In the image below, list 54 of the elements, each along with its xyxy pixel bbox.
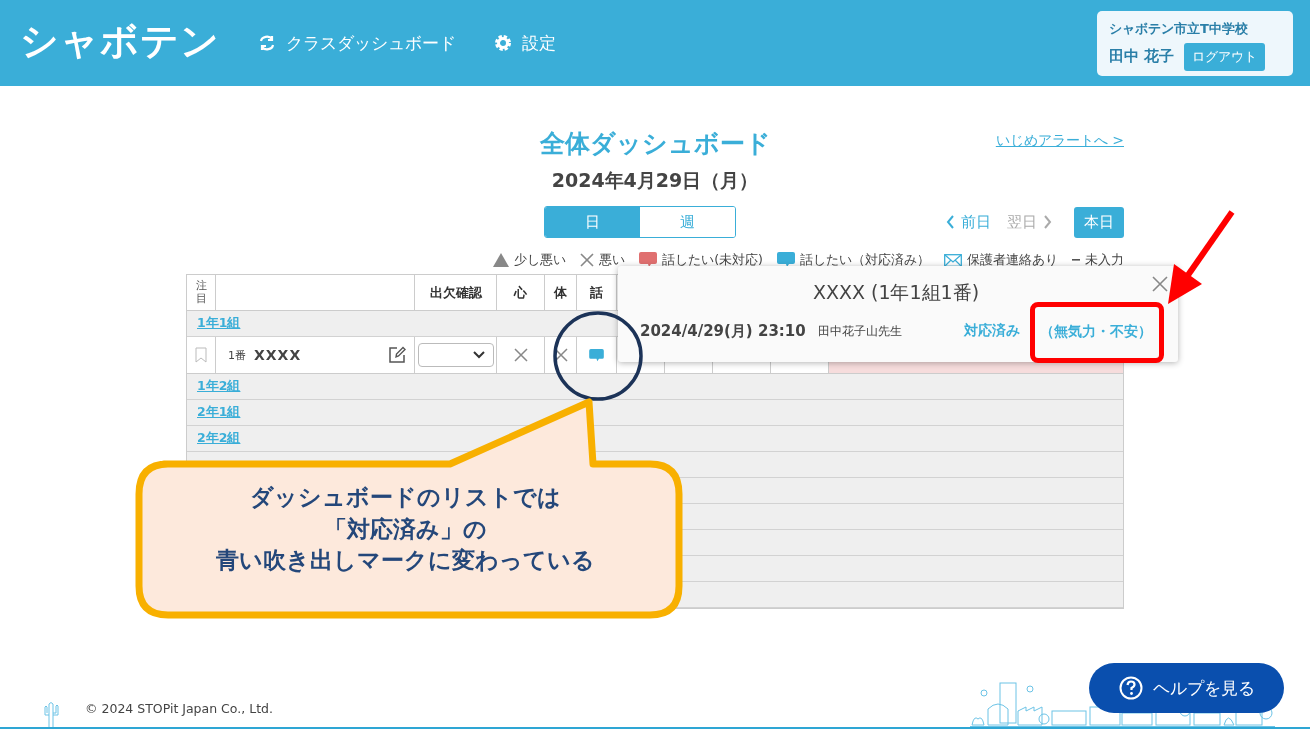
teacher-name: 田中花子山先生 [817,322,902,340]
callout-text: ダッシュボードのリストでは 「対応済み」の 青い吹き出しマークに変わっている [214,483,596,576]
user-name: 田中 花子 [1109,47,1175,66]
column-header: 心 [497,275,545,310]
student-number: 1番 [228,347,246,363]
class-link[interactable]: 2年1組 [197,404,241,421]
swap-icon [258,35,276,51]
legend-label: 保護者連絡あり [967,251,1058,269]
copyright-text: © 2024 STOPit Japan Co., Ltd. [85,701,273,716]
nav-link[interactable]: 設定 [494,31,556,55]
day-nav-button[interactable]: 前日 [942,212,995,232]
dash-icon [1072,258,1080,262]
help-button[interactable]: ヘルプを見る [1089,663,1284,713]
chevron-right-icon [1043,215,1052,229]
cross-icon [513,348,528,362]
cross-icon [580,253,595,267]
edit-icon[interactable] [388,346,406,364]
bookmark-icon[interactable] [195,347,207,363]
legend-label: 話したい（対応済み） [800,251,930,269]
column-header: 注目 [187,275,216,310]
question-icon [1118,676,1143,700]
chevron-down-icon [472,351,485,359]
legend-label: 悪い [599,251,626,269]
triangle-icon [493,253,510,267]
column-header: 体 [545,275,577,310]
school-name: シャボテン市立T中学校 [1109,19,1249,38]
comment-datetime: 2024/4/29(月) 23:10 [640,321,806,341]
class-link[interactable]: 1年1組 [197,315,241,332]
app-logo[interactable]: シャボテン [20,15,220,67]
attendance-select[interactable] [417,343,494,367]
logout-button[interactable]: ログアウト [1184,42,1266,71]
popup-title: XXXX (1年1組1番) [811,280,981,305]
settings-icon [494,34,512,52]
page-title: 全体ダッシュボード [539,127,771,160]
alert-link[interactable]: いじめアラートへ > [995,132,1124,150]
speech-bubble-icon[interactable] [589,348,604,362]
envelope-icon [944,253,962,267]
legend-label: 少し悪い [514,251,567,269]
today-button[interactable]: 本日 [1074,206,1124,238]
nav-link[interactable]: クラスダッシュボード [258,31,456,55]
column-header: 話 [577,275,617,310]
legend-label: 未入力 [1085,251,1124,269]
cactus-icon [42,701,60,727]
view-tab[interactable]: 日 [545,207,640,237]
column-header: 出欠確認 [415,275,497,310]
class-link[interactable]: 1年2組 [197,378,241,395]
legend-label: 話したい(未対応) [662,251,763,269]
chevron-left-icon [946,215,955,229]
status-label: 対応済み [964,322,1020,340]
student-name: XXXX [254,347,302,363]
class-link[interactable]: 2年2組 [197,430,241,447]
date-heading: 2024年4月29日（月） [550,168,760,193]
close-icon[interactable] [1152,276,1168,292]
reason-label: （無気力・不安） [1040,323,1152,339]
